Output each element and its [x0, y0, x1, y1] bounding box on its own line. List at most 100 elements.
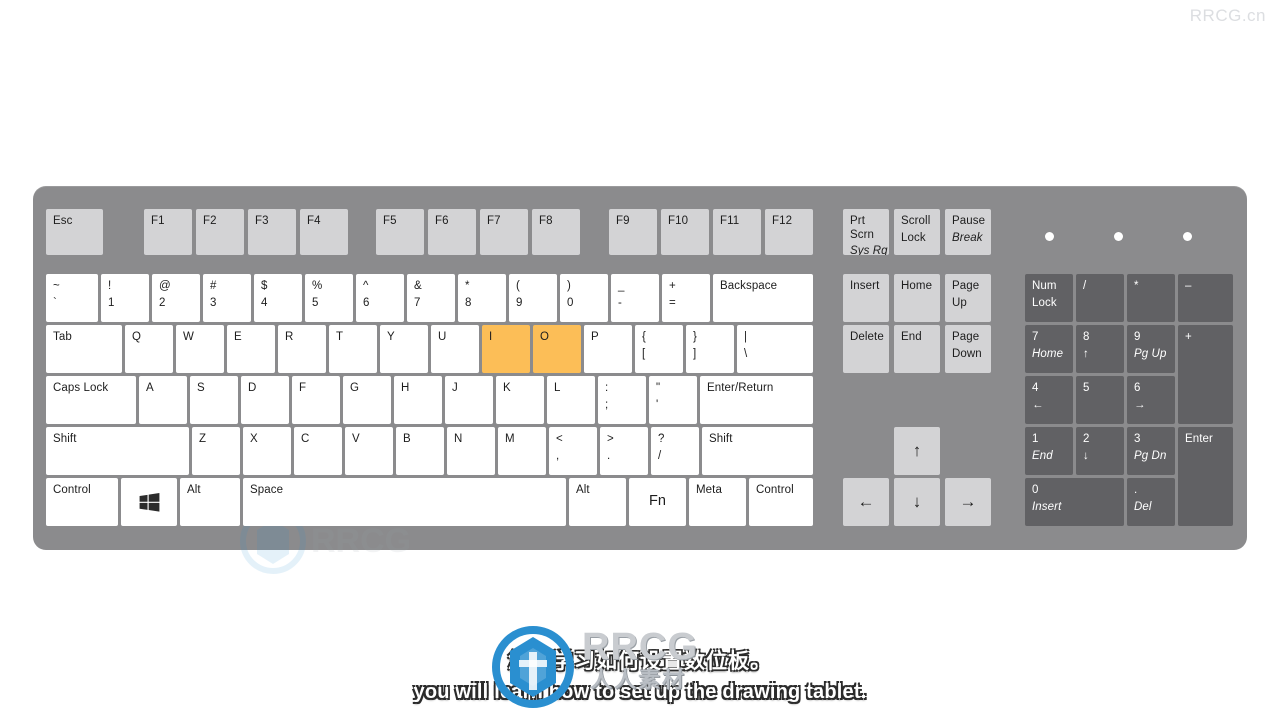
key-backtick[interactable]: ~ `	[46, 274, 98, 322]
key-d4[interactable]: $4	[254, 274, 302, 322]
key-fn[interactable]: Fn	[629, 478, 686, 526]
key-delete[interactable]: Delete	[843, 325, 889, 373]
key-pause[interactable]: Pause Break	[945, 209, 991, 255]
key-n[interactable]: N	[447, 427, 495, 475]
key-i[interactable]: I	[482, 325, 530, 373]
key-k[interactable]: K	[496, 376, 544, 424]
key-numlock[interactable]: Num Lock	[1025, 274, 1073, 322]
key-f2[interactable]: F2	[196, 209, 244, 255]
key-np5[interactable]: 5	[1076, 376, 1124, 424]
key-f9[interactable]: F9	[609, 209, 657, 255]
key-v[interactable]: V	[345, 427, 393, 475]
key-np1[interactable]: 1 End	[1025, 427, 1073, 475]
key-f8[interactable]: F8	[532, 209, 580, 255]
key-npadd[interactable]: +	[1178, 325, 1233, 424]
key-prtscn[interactable]: Prt Scrn Sys Rq	[843, 209, 889, 255]
key-lshift[interactable]: Shift	[46, 427, 189, 475]
key-equal[interactable]: + =	[662, 274, 710, 322]
key-f5[interactable]: F5	[376, 209, 424, 255]
key-insert[interactable]: Insert	[843, 274, 889, 322]
key-backspace[interactable]: Backspace	[713, 274, 813, 322]
key-capslock[interactable]: Caps Lock	[46, 376, 136, 424]
key-h[interactable]: H	[394, 376, 442, 424]
key-d3[interactable]: #3	[203, 274, 251, 322]
key-d7[interactable]: & 7	[407, 274, 455, 322]
key-npsub[interactable]: –	[1178, 274, 1233, 322]
key-lbracket[interactable]: {[	[635, 325, 683, 373]
key-pagedown[interactable]: Page Down	[945, 325, 991, 373]
key-p[interactable]: P	[584, 325, 632, 373]
key-arrowleft[interactable]: ←	[843, 478, 889, 526]
key-a[interactable]: A	[139, 376, 187, 424]
key-home[interactable]: Home	[894, 274, 940, 322]
key-tab[interactable]: Tab	[46, 325, 122, 373]
key-f6[interactable]: F6	[428, 209, 476, 255]
key-b[interactable]: B	[396, 427, 444, 475]
key-np3[interactable]: 3 Pg Dn	[1127, 427, 1175, 475]
key-q[interactable]: Q	[125, 325, 173, 373]
key-l[interactable]: L	[547, 376, 595, 424]
key-z[interactable]: Z	[192, 427, 240, 475]
key-rcontrol[interactable]: Control	[749, 478, 813, 526]
key-enter[interactable]: Enter/Return	[700, 376, 813, 424]
key-arrowup[interactable]: ↑	[894, 427, 940, 475]
key-w[interactable]: W	[176, 325, 224, 373]
key-r[interactable]: R	[278, 325, 326, 373]
key-d2[interactable]: @2	[152, 274, 200, 322]
key-u[interactable]: U	[431, 325, 479, 373]
key-rbracket[interactable]: }]	[686, 325, 734, 373]
key-f1[interactable]: F1	[144, 209, 192, 255]
key-f10[interactable]: F10	[661, 209, 709, 255]
key-scrolllock[interactable]: Scroll Lock	[894, 209, 940, 255]
key-quote[interactable]: " '	[649, 376, 697, 424]
key-np7[interactable]: 7 Home	[1025, 325, 1073, 373]
key-pageup[interactable]: Page Up	[945, 274, 991, 322]
key-d[interactable]: D	[241, 376, 289, 424]
key-t[interactable]: T	[329, 325, 377, 373]
key-rshift[interactable]: Shift	[702, 427, 813, 475]
key-d5[interactable]: % 5	[305, 274, 353, 322]
key-meta[interactable]: Meta	[689, 478, 746, 526]
key-d1[interactable]: ! 1	[101, 274, 149, 322]
key-arrowdown[interactable]: ↓	[894, 478, 940, 526]
key-lwin[interactable]	[121, 478, 177, 526]
key-o[interactable]: O	[533, 325, 581, 373]
key-f11[interactable]: F11	[713, 209, 761, 255]
key-d9[interactable]: (9	[509, 274, 557, 322]
key-period[interactable]: >.	[600, 427, 648, 475]
key-minus[interactable]: _ -	[611, 274, 659, 322]
key-npdot[interactable]: . Del	[1127, 478, 1175, 526]
key-ralt[interactable]: Alt	[569, 478, 626, 526]
key-lcontrol[interactable]: Control	[46, 478, 118, 526]
key-y[interactable]: Y	[380, 325, 428, 373]
key-npenter[interactable]: Enter	[1178, 427, 1233, 526]
key-np6[interactable]: 6 →	[1127, 376, 1175, 424]
key-m[interactable]: M	[498, 427, 546, 475]
key-np4[interactable]: 4 ←	[1025, 376, 1073, 424]
key-f[interactable]: F	[292, 376, 340, 424]
key-end[interactable]: End	[894, 325, 940, 373]
key-lalt[interactable]: Alt	[180, 478, 240, 526]
key-npdiv[interactable]: /	[1076, 274, 1124, 322]
key-c[interactable]: C	[294, 427, 342, 475]
key-esc[interactable]: Esc	[46, 209, 103, 255]
key-slash[interactable]: ? /	[651, 427, 699, 475]
key-semicolon[interactable]: :;	[598, 376, 646, 424]
key-np2[interactable]: 2 ↓	[1076, 427, 1124, 475]
key-np8[interactable]: 8 ↑	[1076, 325, 1124, 373]
key-f12[interactable]: F12	[765, 209, 813, 255]
key-f7[interactable]: F7	[480, 209, 528, 255]
key-npmul[interactable]: *	[1127, 274, 1175, 322]
key-x[interactable]: X	[243, 427, 291, 475]
key-e[interactable]: E	[227, 325, 275, 373]
key-f4[interactable]: F4	[300, 209, 348, 255]
key-arrowright[interactable]: →	[945, 478, 991, 526]
key-space[interactable]: Space	[243, 478, 566, 526]
key-backslash[interactable]: | \	[737, 325, 813, 373]
key-f3[interactable]: F3	[248, 209, 296, 255]
key-g[interactable]: G	[343, 376, 391, 424]
key-s[interactable]: S	[190, 376, 238, 424]
key-d6[interactable]: ^ 6	[356, 274, 404, 322]
key-d0[interactable]: ) 0	[560, 274, 608, 322]
key-np0[interactable]: 0 Insert	[1025, 478, 1124, 526]
